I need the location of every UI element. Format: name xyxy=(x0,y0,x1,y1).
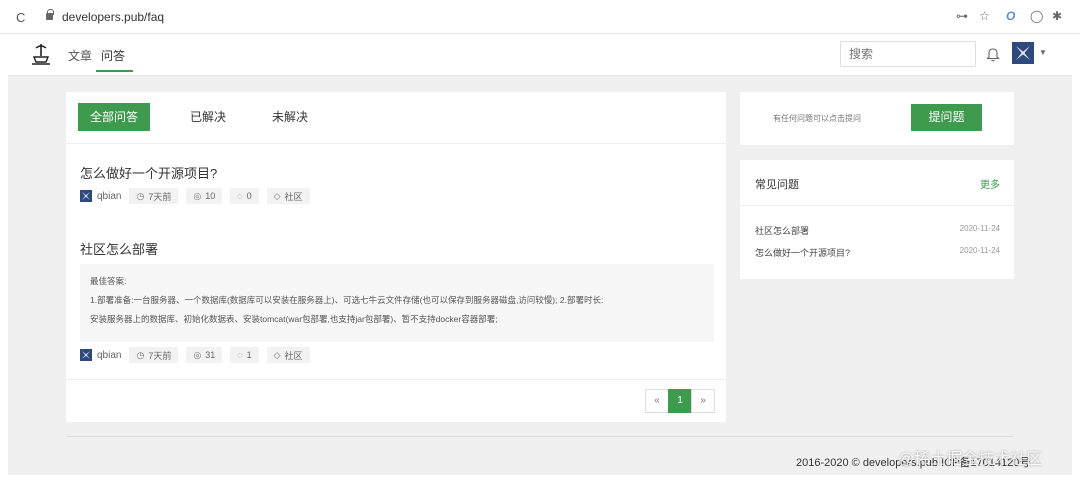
faq-item[interactable]: 社区怎么部署 2020-11-24 xyxy=(755,224,1000,238)
faq-header: 常见问题 更多 xyxy=(740,160,1014,206)
tag-text: 社区 xyxy=(284,191,303,202)
author-avatar[interactable] xyxy=(80,190,92,202)
faq-item-date: 2020-11-24 xyxy=(959,246,1000,255)
tag-text: 社区 xyxy=(284,350,303,361)
watermark: @稀土掘金技术社区 xyxy=(898,451,1043,468)
nav-qa[interactable]: 问答 xyxy=(96,47,134,72)
prev-page-button[interactable]: « xyxy=(645,389,669,413)
site-logo[interactable] xyxy=(30,42,52,66)
question-title[interactable]: 社区怎么部署 xyxy=(80,239,158,258)
time-badge: ◷ 7天前 xyxy=(129,188,179,204)
page-button[interactable]: 1 xyxy=(668,389,692,413)
eye-icon: ◎ xyxy=(193,190,202,201)
tab-solved[interactable]: 已解决 xyxy=(182,103,234,131)
clock-icon: ◷ xyxy=(136,349,145,360)
more-link[interactable]: 更多 xyxy=(980,176,1000,191)
question-title[interactable]: 怎么做好一个开源项目? xyxy=(80,163,217,182)
question-list-card: 全部问答 已解决 未解决 怎么做好一个开源项目? qbian ◷ 7天前 ◎ 10 … xyxy=(66,92,726,422)
best-answer-label: 最佳答案: xyxy=(90,276,127,286)
comments-count: 0 xyxy=(246,191,252,201)
faq-item[interactable]: 怎么做好一个开源项目? 2020-11-24 xyxy=(755,246,1000,260)
views-badge: ◎ 10 xyxy=(186,188,223,204)
user-avatar[interactable] xyxy=(1012,42,1034,64)
ask-hint: 有任何问题可以点击提问 xyxy=(773,114,861,123)
pagination: « 1 » xyxy=(645,389,715,413)
ask-question-button[interactable]: 提问题 xyxy=(911,104,982,131)
comments-badge: ◌ 0 xyxy=(230,188,259,204)
author-name[interactable]: qbian xyxy=(97,350,121,361)
ask-question-card: 有任何问题可以点击提问 提问题 xyxy=(740,92,1014,145)
eye-icon: ◎ xyxy=(193,349,202,360)
browser-toolbar: C developers.pub/faq ⊶ ☆ O ◯ ✱ xyxy=(0,0,1080,34)
star-icon[interactable]: ☆ xyxy=(979,9,990,23)
faq-item-title[interactable]: 怎么做好一个开源项目? xyxy=(755,248,850,258)
divider xyxy=(66,379,726,380)
tag-badge[interactable]: ◇ 社区 xyxy=(266,188,310,204)
next-page-button[interactable]: » xyxy=(691,389,715,413)
site-header: 文章 问答 ▼ xyxy=(8,34,1072,76)
address-bar[interactable]: developers.pub/faq xyxy=(62,10,164,24)
reload-icon[interactable]: C xyxy=(16,10,25,25)
best-answer: 最佳答案: 1.部署准备:一台服务器、一个数据库(数据库可以安装在服务器上)、可… xyxy=(80,264,714,342)
extension-icon[interactable]: O xyxy=(1006,9,1015,23)
footer-divider xyxy=(66,436,1014,437)
comments-badge: ◌ 1 xyxy=(230,347,259,363)
tab-unsolved[interactable]: 未解决 xyxy=(264,103,316,131)
faq-card: 常见问题 更多 社区怎么部署 2020-11-24 怎么做好一个开源项目? 20… xyxy=(740,160,1014,279)
time-badge: ◷ 7天前 xyxy=(129,347,179,363)
clock-icon: ◷ xyxy=(136,190,145,201)
views-count: 10 xyxy=(205,191,216,201)
filter-tabs: 全部问答 已解决 未解决 xyxy=(66,92,726,144)
circle-icon[interactable]: ◯ xyxy=(1030,9,1043,23)
nav-articles[interactable]: 文章 xyxy=(68,47,92,64)
question-meta: qbian ◷ 7天前 ◎ 31 ◌ 1 ◇ 社区 xyxy=(80,347,310,363)
tag-badge[interactable]: ◇ 社区 xyxy=(266,347,310,363)
question-meta: qbian ◷ 7天前 ◎ 10 ◌ 0 ◇ 社区 xyxy=(80,188,310,204)
author-avatar[interactable] xyxy=(80,349,92,361)
faq-title: 常见问题 xyxy=(755,179,799,191)
views-badge: ◎ 31 xyxy=(186,347,223,363)
comment-icon: ◌ xyxy=(237,191,243,201)
bell-icon[interactable] xyxy=(986,46,1000,62)
time-text: 7天前 xyxy=(148,350,172,361)
faq-item-date: 2020-11-24 xyxy=(959,224,1000,233)
comments-count: 1 xyxy=(246,350,252,360)
author-name[interactable]: qbian xyxy=(97,191,121,202)
best-answer-text: 安装服务器上的数据库、初始化数据表、安装tomcat(war包部署,也支持jar… xyxy=(90,314,498,324)
best-answer-text: 1.部署准备:一台服务器、一个数据库(数据库可以安装在服务器上)、可选七牛云文件… xyxy=(90,295,604,305)
puzzle-icon[interactable]: ✱ xyxy=(1052,9,1062,23)
tag-icon: ◇ xyxy=(273,349,281,360)
faq-item-title[interactable]: 社区怎么部署 xyxy=(755,226,809,236)
key-icon[interactable]: ⊶ xyxy=(956,9,968,23)
tab-all[interactable]: 全部问答 xyxy=(78,103,150,131)
comment-icon: ◌ xyxy=(237,350,243,360)
views-count: 31 xyxy=(205,350,216,360)
chevron-down-icon[interactable]: ▼ xyxy=(1039,48,1047,57)
time-text: 7天前 xyxy=(148,191,172,202)
search-input[interactable] xyxy=(840,41,976,67)
tag-icon: ◇ xyxy=(273,190,281,201)
lock-icon xyxy=(46,9,54,20)
